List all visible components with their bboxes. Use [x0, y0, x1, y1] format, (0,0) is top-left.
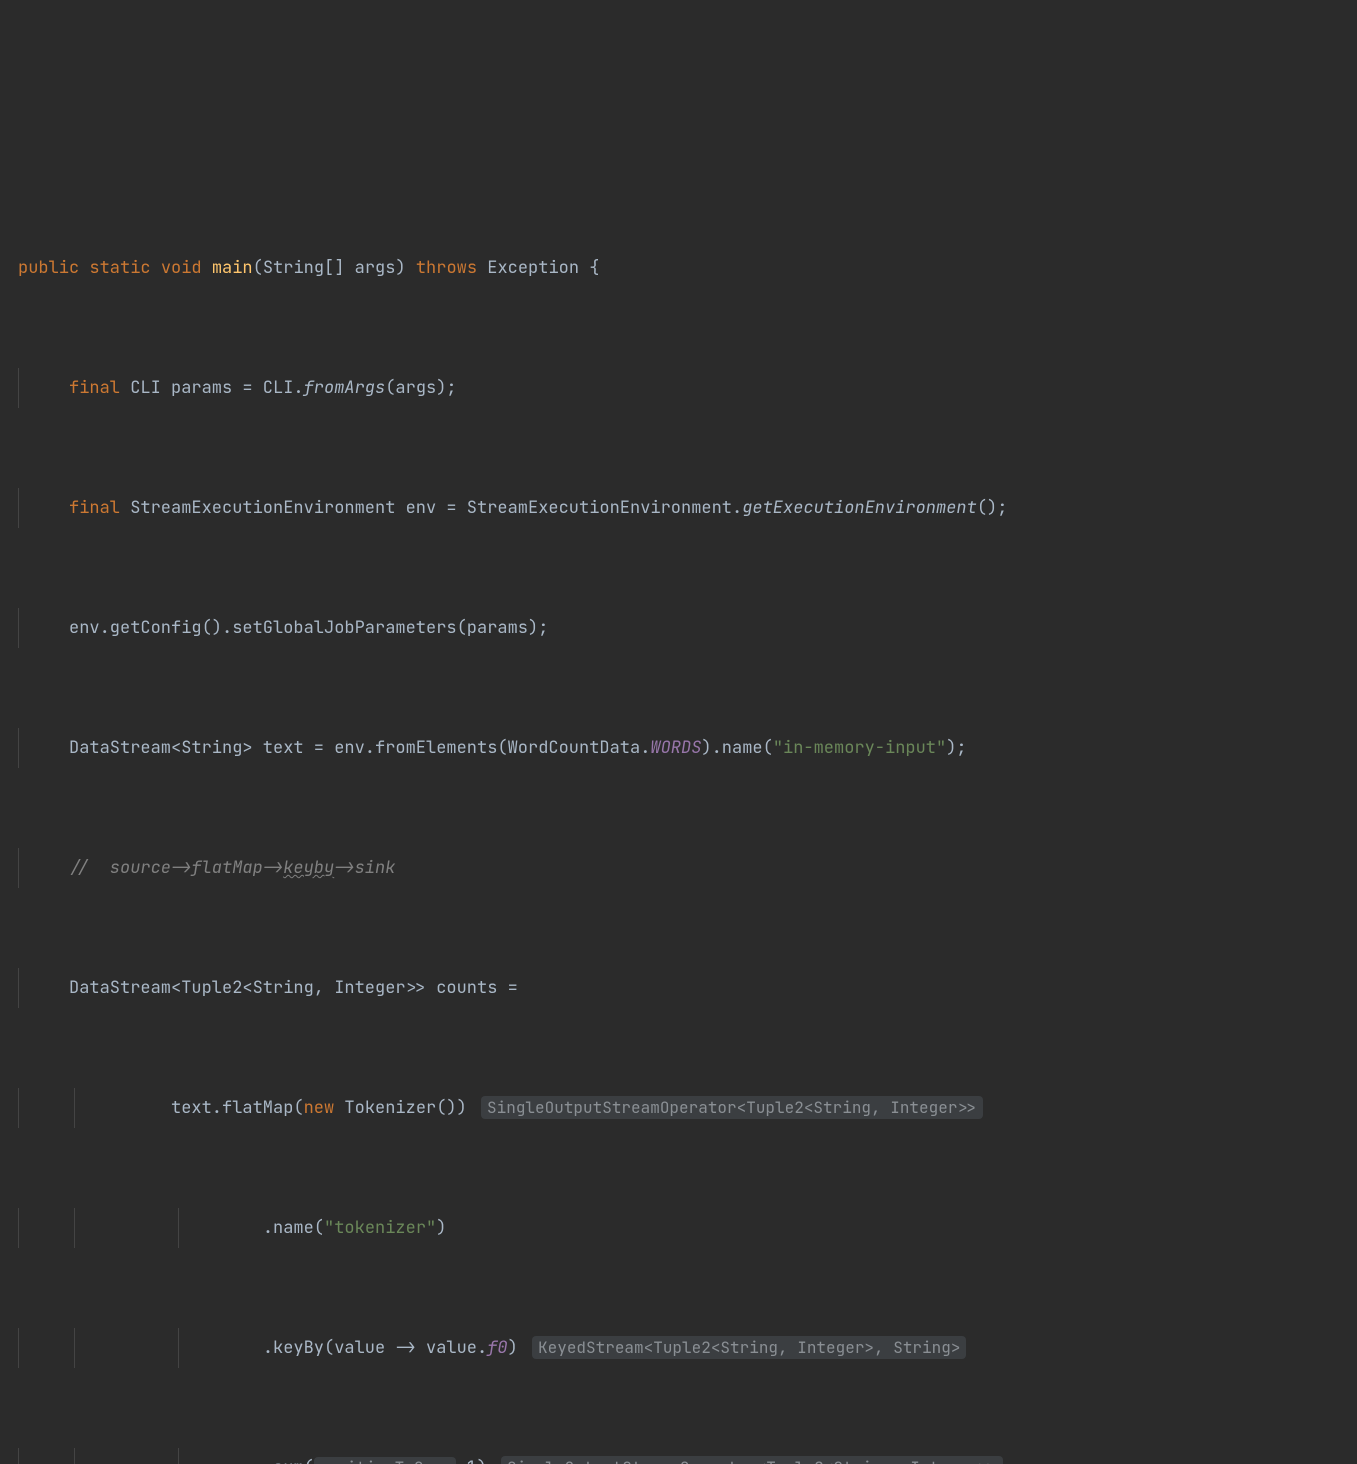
type-hint: SingleOutputStreamOperator<Tuple2<String… — [481, 1096, 983, 1119]
keyword: new — [304, 1097, 335, 1119]
code-text: CLI params = CLI. — [130, 377, 303, 399]
keyword: final — [69, 497, 120, 519]
field: WORDS — [650, 737, 701, 759]
keyword: final — [69, 377, 120, 399]
keyword: static — [89, 257, 150, 279]
code-line: .keyBy(value -> value.f0) KeyedStream<Tu… — [18, 1328, 1357, 1368]
code-text: .sum( — [263, 1457, 314, 1464]
code-text: .name( — [263, 1217, 324, 1239]
code-text: Exception { — [487, 257, 599, 279]
code-text: env.getConfig().setGlobalJobParameters(p… — [69, 617, 548, 639]
code-line: text.flatMap(new Tokenizer()) SingleOutp… — [18, 1088, 1357, 1128]
comment: // source->flatMap->keyby->sink — [69, 857, 395, 879]
static-method: fromArgs — [304, 377, 386, 399]
code-line: env.getConfig().setGlobalJobParameters(p… — [18, 608, 1357, 648]
code-text: StreamExecutionEnvironment env = StreamE… — [130, 497, 742, 519]
keyword: void — [161, 257, 202, 279]
code-text: DataStream<String> text = env.fromElemen… — [69, 737, 650, 759]
code-text: (); — [977, 497, 1008, 519]
keyword: public — [18, 257, 79, 279]
code-text: text.flatMap( — [171, 1097, 304, 1119]
type-hint: SingleOutputStreamOperator<Tuple2<String… — [501, 1456, 1003, 1464]
code-line: .name("tokenizer") — [18, 1208, 1357, 1248]
code-line: DataStream<Tuple2<String, Integer>> coun… — [18, 968, 1357, 1008]
code-text: .keyBy(value -> value. — [263, 1337, 487, 1359]
string: "tokenizer" — [324, 1217, 436, 1239]
method-name: main — [212, 257, 253, 279]
code-line: final StreamExecutionEnvironment env = S… — [18, 488, 1357, 528]
param-hint: positionToSum: — [314, 1457, 456, 1464]
code-line: // source->flatMap->keyby->sink — [18, 848, 1357, 888]
code-editor[interactable]: public static void main(String[] args) t… — [18, 168, 1357, 1464]
code-text: ).name( — [701, 737, 772, 759]
code-text: Tokenizer()) — [334, 1097, 467, 1119]
code-line: .sum(positionToSum: 1) SingleOutputStrea… — [18, 1448, 1357, 1464]
code-line: DataStream<String> text = env.fromElemen… — [18, 728, 1357, 768]
code-text: (args); — [385, 377, 456, 399]
keyword: throws — [416, 257, 477, 279]
code-text: ); — [946, 737, 966, 759]
static-method: getExecutionEnvironment — [742, 497, 977, 519]
type-hint: KeyedStream<Tuple2<String, Integer>, Str… — [532, 1336, 966, 1359]
code-line: final CLI params = CLI.fromArgs(args); — [18, 368, 1357, 408]
code-text: ) — [436, 1217, 446, 1239]
code-text: ) — [508, 1337, 518, 1359]
code-line: public static void main(String[] args) t… — [18, 248, 1357, 288]
field: f0 — [487, 1337, 507, 1359]
code-text: (String[] args) — [253, 257, 406, 279]
string: "in-memory-input" — [773, 737, 946, 759]
code-text: DataStream<Tuple2<String, Integer>> coun… — [69, 977, 518, 999]
code-text: 1) — [456, 1457, 487, 1464]
